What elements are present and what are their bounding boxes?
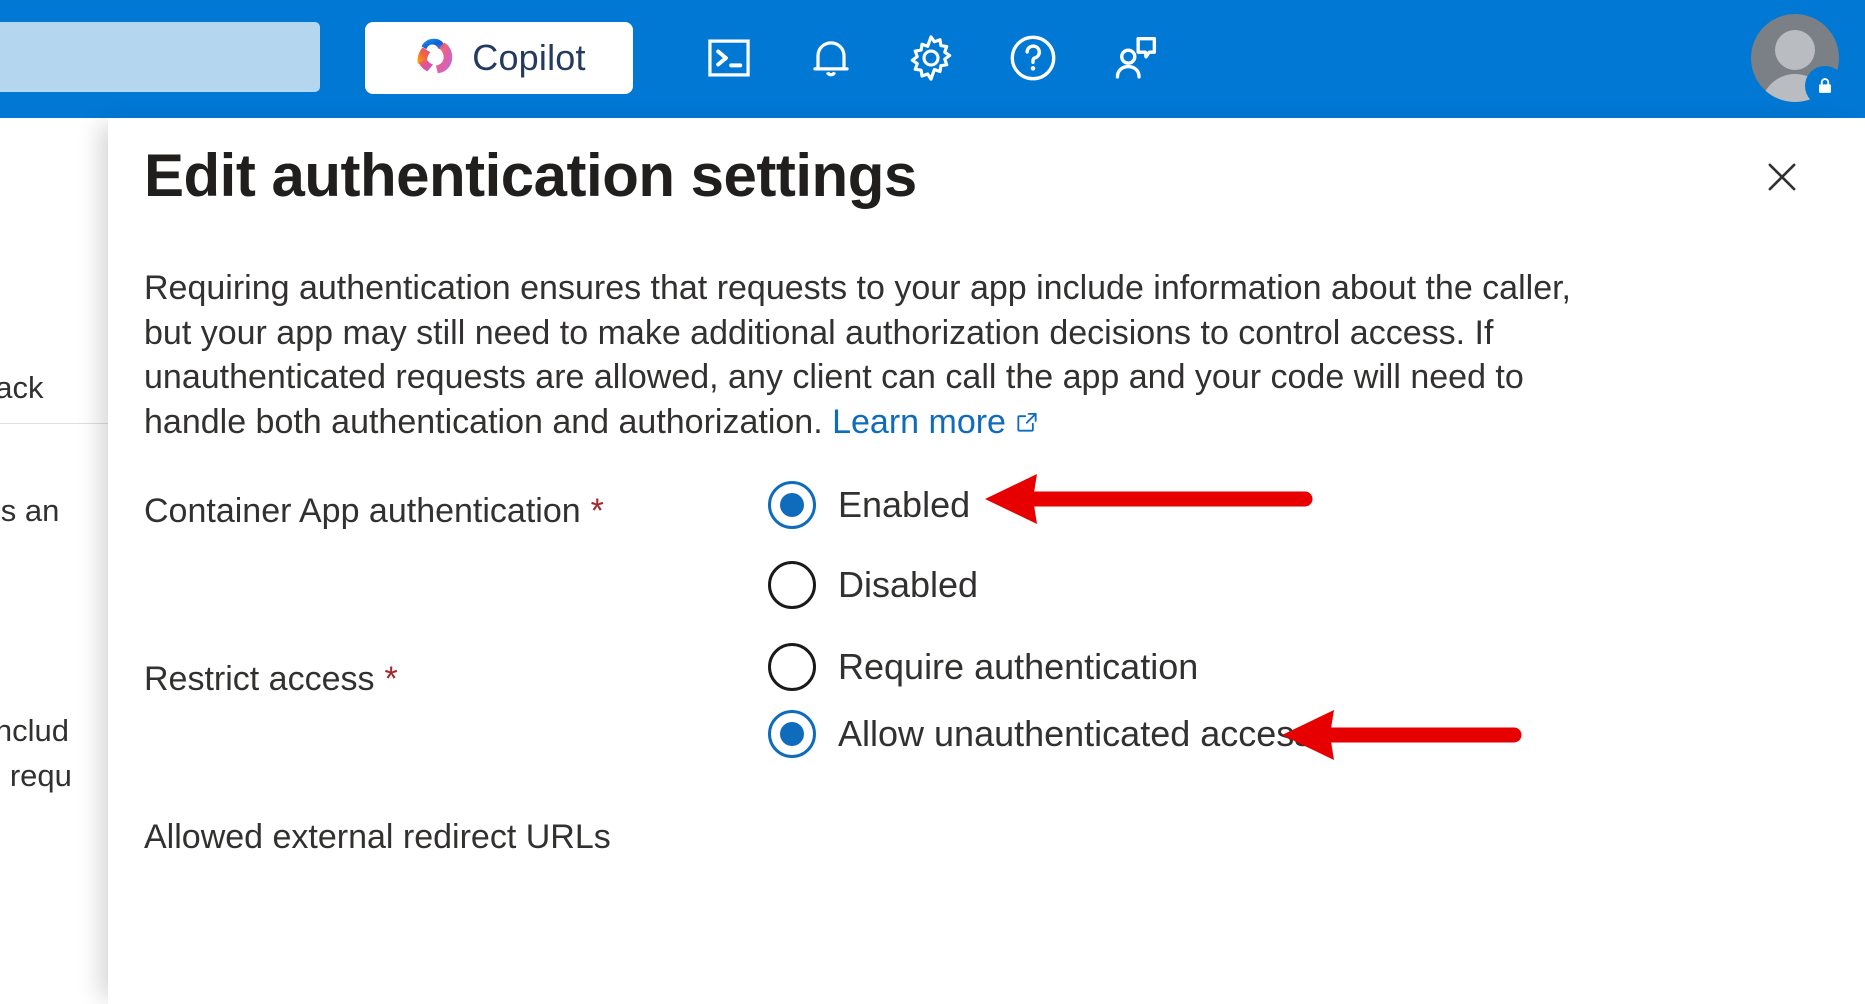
settings-gear-icon[interactable]	[902, 28, 960, 88]
radio-label-allow-unauthenticated-access: Allow unauthenticated access	[838, 713, 1313, 754]
notifications-bell-icon[interactable]	[802, 28, 860, 88]
radio-require-authentication[interactable]: Require authentication	[768, 643, 1198, 691]
radio-enabled[interactable]: Enabled	[768, 481, 970, 529]
global-search-input[interactable]	[0, 22, 320, 92]
field-label-container-app-authentication: Container App authentication *	[144, 492, 604, 531]
radio-label-enabled: Enabled	[838, 484, 971, 525]
background-fragment-includ: includ	[0, 713, 69, 748]
page-title: Edit authentication settings	[144, 142, 917, 209]
account-avatar[interactable]	[1751, 14, 1845, 106]
panel-description: Requiring authentication ensures that re…	[144, 266, 1594, 446]
radio-label-disabled: Disabled	[838, 564, 979, 605]
radio-indicator-enabled[interactable]	[768, 481, 816, 529]
field-label-text: Restrict access	[144, 660, 375, 698]
avatar-head	[1775, 30, 1815, 70]
help-question-icon[interactable]	[1004, 28, 1062, 88]
radio-allow-unauthenticated-access[interactable]: Allow unauthenticated access	[768, 710, 1312, 758]
azure-top-bar: Copilot	[0, 0, 1865, 118]
edit-authentication-settings-panel: Edit authentication settings Requiring a…	[108, 118, 1865, 1004]
screen-root: back ties an includ d requ	[0, 0, 1865, 1004]
field-label-allowed-external-redirect-urls: Allowed external redirect URLs	[144, 818, 611, 856]
radio-disabled[interactable]: Disabled	[768, 561, 978, 609]
lock-badge-icon	[1805, 66, 1845, 106]
radio-indicator-allow-unauthenticated-access[interactable]	[768, 710, 816, 758]
feedback-person-icon[interactable]	[1106, 28, 1164, 88]
arrow-to-allow-unauthenticated-access	[1272, 704, 1522, 766]
required-asterisk: *	[384, 660, 398, 698]
field-label-restrict-access: Restrict access *	[144, 660, 398, 699]
radio-indicator-disabled[interactable]	[768, 561, 816, 609]
close-icon[interactable]	[1751, 146, 1813, 208]
background-fragment-back: back	[0, 370, 44, 405]
required-asterisk: *	[590, 492, 604, 530]
background-fragment-requ: d requ	[0, 758, 72, 793]
background-divider	[0, 423, 110, 424]
copilot-label: Copilot	[472, 37, 586, 78]
cloud-shell-icon[interactable]	[700, 28, 758, 88]
learn-more-link[interactable]: Learn more	[832, 403, 1006, 441]
radio-indicator-require-authentication[interactable]	[768, 643, 816, 691]
background-fragment-ties: ties an	[0, 493, 60, 528]
copilot-logo-icon	[412, 33, 458, 84]
arrow-to-enabled	[975, 468, 1315, 530]
radio-label-require-authentication: Require authentication	[838, 646, 1199, 687]
copilot-button[interactable]: Copilot	[365, 22, 633, 94]
field-label-text: Container App authentication	[144, 492, 581, 530]
external-link-icon	[1014, 402, 1040, 447]
